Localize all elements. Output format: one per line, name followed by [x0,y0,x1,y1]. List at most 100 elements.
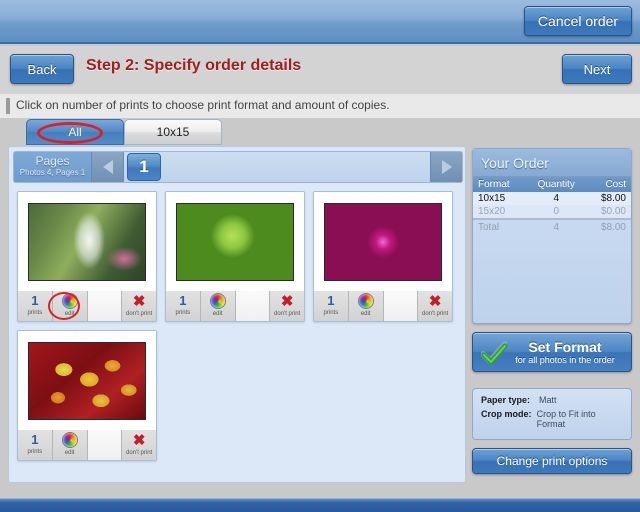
format-filter-tabs: All 10x15 [0,119,470,146]
paper-type-label: Paper type: [481,395,531,405]
pages-label: Pages Photos 4, Pages 1 [14,152,92,182]
prints-count-button[interactable]: 1 prints [166,291,201,321]
bottom-status-bar [0,498,640,512]
prints-count-button[interactable]: 1 prints [18,430,53,460]
set-format-title: Set Format [528,339,602,355]
cross-icon: ✖ [132,431,146,449]
paper-type-value: Matt [539,395,557,405]
set-format-subtitle: for all photos in the order [515,355,615,365]
empty-slot [87,430,123,460]
color-wheel-icon [210,294,225,308]
cell-cost: $8.00 [586,192,631,205]
column-quantity: Quantity [526,177,587,192]
pages-navigation-bar: Pages Photos 4, Pages 1 1 [13,151,463,183]
empty-slot [87,291,123,321]
prints-caption: prints [27,449,43,455]
set-format-button[interactable]: Set Format for all photos in the order [472,332,632,372]
edit-button[interactable]: edit [52,430,88,460]
cell-format: 10x15 [473,192,527,205]
application-window: Cancel order Back Step 2: Specify order … [0,0,640,512]
paper-type-row: Paper type: Matt [481,395,623,405]
photo-card[interactable]: 1 prints edit ✖ don't print [17,191,157,322]
prints-caption: prints [27,310,43,316]
previous-page-button[interactable] [92,152,124,182]
cancel-order-button[interactable]: Cancel order [524,6,632,36]
print-options-panel: Paper type: Matt Crop mode: Crop to Fit … [472,388,632,440]
photo-thumbnail-wrap [18,331,156,430]
page-button-1[interactable]: 1 [127,153,161,181]
order-table-row: 10x15 4 $8.00 [473,192,631,205]
edit-caption: edit [212,311,223,317]
cell-total-quantity: 4 [526,218,587,234]
empty-slot [383,291,419,321]
photo-grid: 1 prints edit ✖ don't print 1 prints edit ✖ don't… [17,191,461,461]
dont-print-button[interactable]: ✖ don't print [122,430,156,460]
crop-mode-label: Crop mode: [481,409,532,419]
title-bar: Cancel order [0,0,640,44]
step-bar: Back Step 2: Specify order details Next [0,46,640,94]
hint-text: Click on number of prints to choose prin… [16,98,390,112]
cell-total-cost: $8.00 [586,218,631,234]
dont-print-caption: don't print [422,310,449,317]
cell-quantity: 0 [526,205,587,219]
cross-icon: ✖ [428,292,442,310]
dont-print-caption: don't print [274,310,301,317]
photo-toolbar: 1 prints edit ✖ don't print [314,291,452,321]
prints-count-button[interactable]: 1 prints [18,291,53,321]
order-table-row: 15x20 0 $0.00 [473,205,631,219]
page-title: Step 2: Specify order details [86,57,302,74]
photo-thumbnail-wrap [314,192,452,291]
photo-card[interactable]: 1 prints edit ✖ don't print [165,191,305,322]
back-button[interactable]: Back [10,54,74,84]
edit-caption: edit [360,311,371,317]
edit-caption: edit [64,450,75,456]
order-summary-title: Your Order [473,149,631,177]
photo-card[interactable]: 1 prints edit ✖ don't print [17,330,157,461]
change-print-options-button[interactable]: Change print options [472,448,632,474]
photo-thumbnail-green-succulent[interactable] [176,202,294,281]
dont-print-button[interactable]: ✖ don't print [418,291,452,321]
column-format: Format [473,177,527,192]
prints-count-value: 1 [31,293,39,308]
color-wheel-icon [358,294,373,308]
hint-bar: Click on number of prints to choose prin… [0,94,640,118]
crop-mode-row: Crop mode: Crop to Fit into Format [481,409,623,429]
photo-panel: Pages Photos 4, Pages 1 1 1 prints edit ✖ do… [8,146,466,483]
cross-icon: ✖ [132,292,146,310]
photo-thumbnail-magenta-dahlia[interactable] [324,202,442,281]
cross-icon: ✖ [280,292,294,310]
pages-label-title: Pages [35,154,70,168]
next-page-button[interactable] [430,152,462,182]
tab-10x15[interactable]: 10x15 [124,119,222,145]
cell-total-label: Total [473,218,527,234]
next-button[interactable]: Next [562,54,632,84]
dont-print-button[interactable]: ✖ don't print [122,291,156,321]
photo-toolbar: 1 prints edit ✖ don't print [18,430,156,460]
order-summary-panel: Your Order Format Quantity Cost 10x15 4 $8… [472,148,632,324]
edit-button[interactable]: edit [200,291,236,321]
photo-toolbar: 1 prints edit ✖ don't print [18,291,156,321]
order-table-header-row: Format Quantity Cost [473,177,631,192]
tab-all[interactable]: All [26,119,124,145]
prints-caption: prints [323,310,339,316]
photo-thumbnail-waterfall[interactable] [28,202,146,281]
photo-card[interactable]: 1 prints edit ✖ don't print [313,191,453,322]
dont-print-caption: don't print [126,449,153,456]
green-check-icon [481,341,507,365]
column-cost: Cost [586,177,631,192]
triangle-left-icon [102,160,113,174]
cell-format: 15x20 [473,205,527,219]
photo-thumbnail-autumn-leaves[interactable] [28,341,146,420]
empty-slot [235,291,271,321]
dont-print-button[interactable]: ✖ don't print [270,291,304,321]
prints-count-button[interactable]: 1 prints [314,291,349,321]
pages-label-counts: Photos 4, Pages 1 [19,168,86,177]
photo-thumbnail-wrap [18,192,156,291]
edit-button[interactable]: edit [52,291,88,321]
edit-button[interactable]: edit [348,291,384,321]
order-table-total-row: Total 4 $8.00 [473,218,631,234]
prints-count-value: 1 [31,432,39,447]
prints-caption: prints [175,310,191,316]
cell-quantity: 4 [526,192,587,205]
hint-marker-icon [6,98,10,114]
